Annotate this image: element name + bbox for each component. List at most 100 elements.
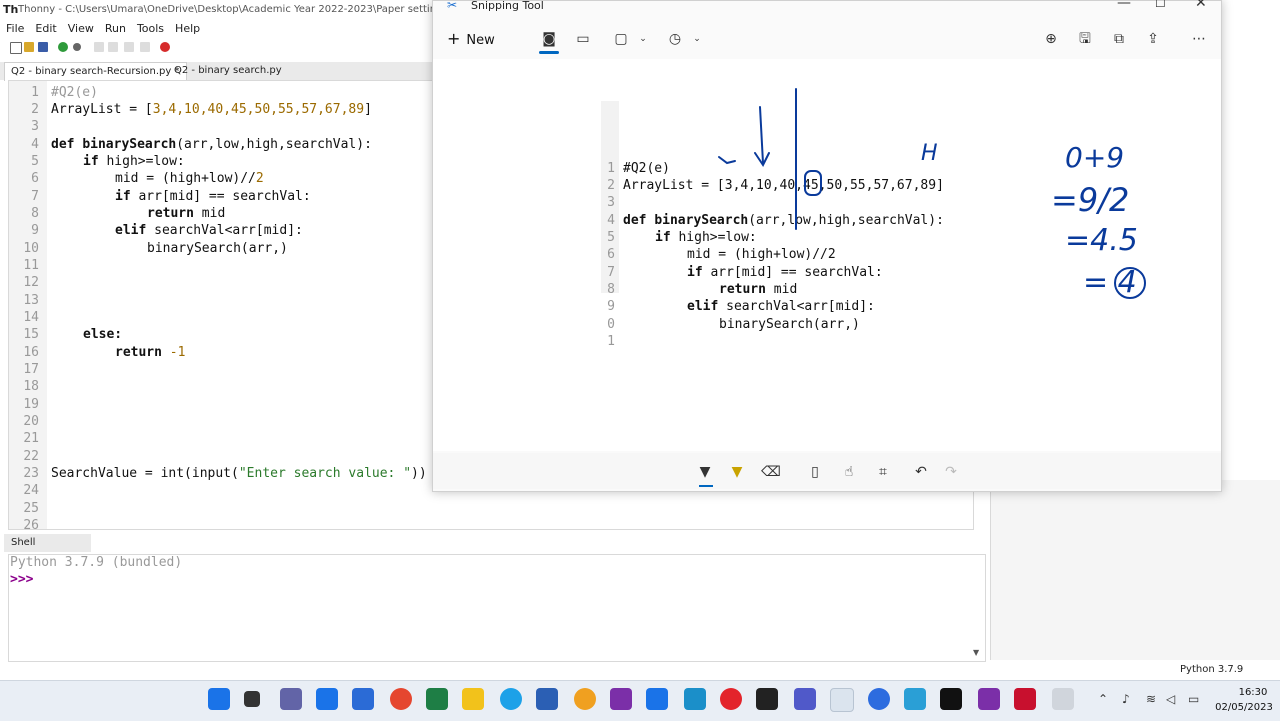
open-file-icon[interactable] [24, 42, 34, 52]
volume-icon[interactable]: ◁ [1166, 692, 1175, 706]
line-number: 5 [31, 154, 39, 169]
highlighter-icon[interactable]: ▼ [727, 463, 747, 481]
calendar-icon[interactable] [646, 688, 668, 710]
redo-icon[interactable]: ↷ [941, 463, 961, 481]
chevron-down-icon[interactable]: ⌄ [633, 29, 653, 49]
interpreter-status[interactable]: Python 3.7.9 [1180, 664, 1243, 675]
menu-run[interactable]: Run [105, 20, 126, 37]
word-icon[interactable] [536, 688, 558, 710]
tab-recursion-file[interactable]: Q2 - binary search-Recursion.py * [4, 62, 187, 81]
line-number: 12 [23, 275, 39, 290]
chevron-up-icon[interactable]: ⌃ [1098, 692, 1108, 706]
stop-icon[interactable] [160, 42, 170, 52]
thonny-taskbar-icon[interactable] [1052, 688, 1074, 710]
more-options-icon[interactable]: ⋯ [1189, 29, 1209, 49]
line-number: 8 [31, 206, 39, 221]
acrobat-icon[interactable] [1014, 688, 1036, 710]
save-icon[interactable]: 🖫 [1075, 29, 1095, 49]
editor-tabs: Q2 - binary search-Recursion.py * Q2 - b… [0, 62, 432, 81]
tiktok-icon[interactable] [940, 688, 962, 710]
close-icon[interactable]: ✕ [1195, 0, 1207, 11]
camera-icon[interactable]: ◙ [539, 29, 559, 49]
selected-mode-indicator [539, 51, 559, 54]
teams-chat-icon[interactable] [280, 688, 302, 710]
scroll-down-icon[interactable]: ▼ [973, 648, 983, 658]
task-view-icon[interactable] [244, 691, 260, 707]
onenote-2-icon[interactable] [978, 688, 1000, 710]
line-number: 14 [23, 310, 39, 325]
share-icon[interactable]: ⇪ [1143, 29, 1163, 49]
new-snip-button[interactable]: + New [447, 27, 507, 51]
teams-icon[interactable] [794, 688, 816, 710]
tab-binary-search-file[interactable]: Q2 - binary search.py [168, 62, 288, 80]
snip-title: Snipping Tool [471, 0, 544, 12]
run-icon[interactable] [58, 42, 68, 52]
step-into-icon[interactable] [108, 42, 118, 52]
zoom-in-icon[interactable]: ⊕ [1041, 29, 1061, 49]
edge-icon[interactable] [352, 688, 374, 710]
step-over-icon[interactable] [94, 42, 104, 52]
snip-title-bar: ✂ Snipping Tool — ☐ ✕ [433, 0, 1221, 15]
file-explorer-icon[interactable] [462, 688, 484, 710]
line-number: 1 [31, 85, 39, 100]
windows-start-icon[interactable] [208, 688, 230, 710]
zoom-icon[interactable] [868, 688, 890, 710]
shell-console[interactable] [8, 554, 986, 662]
opera-icon[interactable] [720, 688, 742, 710]
clock-date[interactable]: 02/05/2023 [1214, 702, 1274, 713]
video-icon[interactable]: ▭ [573, 29, 593, 49]
menu-file[interactable]: File [6, 20, 24, 37]
menu-view[interactable]: View [68, 20, 94, 37]
debug-icon[interactable] [73, 43, 81, 51]
selected-pen-indicator [699, 485, 713, 487]
ink-h-label: H [921, 141, 938, 166]
code-line-15: else: [83, 327, 123, 342]
snipping-tool-taskbar-icon[interactable] [830, 688, 854, 712]
clock-time[interactable]: 16:30 [1228, 687, 1278, 698]
microphone-icon[interactable]: ♪ [1122, 692, 1130, 706]
obs-icon[interactable] [756, 688, 778, 710]
steam-icon[interactable] [684, 688, 706, 710]
onenote-icon[interactable] [610, 688, 632, 710]
photos-icon[interactable] [574, 688, 596, 710]
menu-edit[interactable]: Edit [35, 20, 56, 37]
copy-icon[interactable]: ⧉ [1109, 29, 1129, 49]
snipping-tool-icon: ✂ [447, 0, 458, 12]
excel-icon[interactable] [426, 688, 448, 710]
ink-calc-2: =9/2 [1051, 181, 1130, 219]
timer-icon[interactable]: ◷ [665, 29, 685, 49]
battery-icon[interactable]: ▭ [1188, 692, 1199, 706]
crop-icon[interactable]: ⌗ [873, 463, 893, 481]
maximize-icon[interactable]: ☐ [1155, 0, 1166, 10]
new-file-icon[interactable] [10, 42, 22, 54]
step-out-icon[interactable] [124, 42, 134, 52]
eraser-icon[interactable]: ⌫ [761, 463, 781, 481]
ink-circle-45 [804, 170, 822, 196]
menu-tools[interactable]: Tools [137, 20, 164, 37]
save-file-icon[interactable] [38, 42, 48, 52]
snip-shape-icon[interactable]: ▢ [611, 29, 631, 49]
shell-prompt: >>> [10, 572, 34, 587]
mail-icon[interactable] [316, 688, 338, 710]
resume-icon[interactable] [140, 42, 150, 52]
shell-tab[interactable]: Shell [4, 534, 91, 552]
minimize-icon[interactable]: — [1117, 0, 1131, 11]
skype-icon[interactable] [500, 688, 522, 710]
ballpoint-pen-icon[interactable]: ▼ [695, 463, 715, 481]
ink-calc-4: = 4 [1083, 265, 1137, 300]
touch-writing-icon[interactable]: ☝ [839, 463, 859, 481]
code-line-2: ArrayList = [3,4,10,40,45,50,55,57,67,89… [51, 102, 372, 117]
thonny-title: Thonny - C:\Users\Umara\OneDrive\Desktop… [18, 4, 481, 15]
browser-icon[interactable] [904, 688, 926, 710]
menu-help[interactable]: Help [175, 20, 200, 37]
wifi-icon[interactable]: ≋ [1146, 692, 1156, 706]
ink-arrow-shaft [759, 106, 764, 164]
chevron-down-icon[interactable]: ⌄ [687, 29, 707, 49]
menu-bar: File Edit View Run Tools Help [0, 20, 432, 37]
chrome-icon[interactable] [390, 688, 412, 710]
line-number: 6 [31, 171, 39, 186]
undo-icon[interactable]: ↶ [911, 463, 931, 481]
ruler-icon[interactable]: ▯ [805, 463, 825, 481]
side-panel [990, 480, 1280, 660]
code-line-9: elif searchVal<arr[mid]: [115, 223, 303, 238]
